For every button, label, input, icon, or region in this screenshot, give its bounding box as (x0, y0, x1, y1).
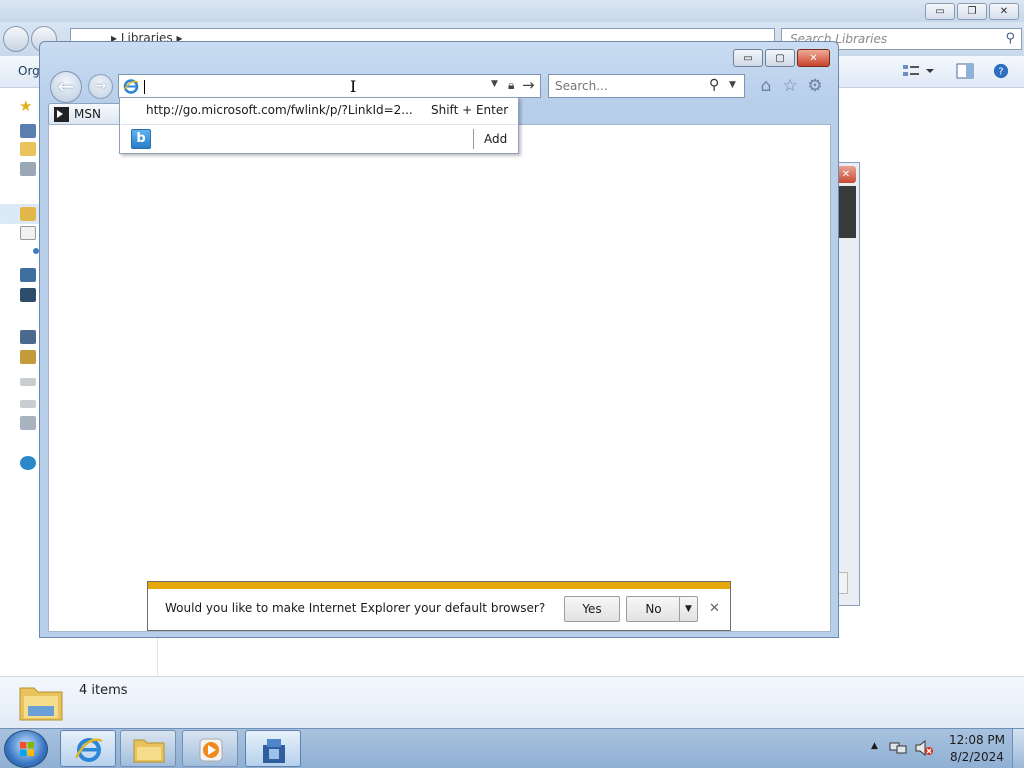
ie-minimize-button[interactable]: ▭ (733, 49, 763, 67)
taskbar-server-manager[interactable] (245, 730, 301, 767)
ibeam-cursor-icon: I (350, 77, 357, 96)
library-folder-icon (19, 687, 63, 721)
taskbar-media-player[interactable] (182, 730, 238, 767)
internet-explorer-icon (123, 79, 139, 94)
view-options-icon[interactable] (902, 63, 920, 79)
explorer-minimize-button[interactable]: ▭ (925, 3, 955, 20)
explorer-details-pane (0, 676, 1024, 728)
chevron-down-icon[interactable] (924, 63, 936, 79)
tab-label: MSN (74, 107, 101, 121)
drive-icon[interactable] (20, 378, 36, 386)
go-arrow-icon[interactable]: → (522, 76, 535, 94)
home-icon[interactable]: ⌂ (755, 75, 777, 97)
yes-button[interactable]: Yes (564, 596, 620, 622)
notification-accent-strip (148, 582, 730, 589)
svg-text:?: ? (998, 67, 1003, 78)
downloads-icon[interactable] (20, 142, 36, 156)
no-button[interactable]: No (626, 596, 681, 622)
search-input[interactable] (555, 79, 705, 93)
autocomplete-shortcut-hint: Shift + Enter (431, 103, 509, 117)
ie-close-button[interactable]: ✕ (797, 49, 830, 67)
divider (473, 129, 474, 149)
tools-gear-icon[interactable]: ⚙ (804, 75, 826, 97)
search-box[interactable]: ⚲ ▼ (548, 74, 745, 98)
documents-icon[interactable] (20, 226, 36, 240)
drive-icon[interactable] (20, 416, 36, 430)
divider (121, 124, 517, 125)
address-dropdown-icon[interactable]: ▼ (491, 79, 498, 89)
internet-explorer-icon (74, 738, 103, 762)
computer-icon[interactable] (20, 330, 36, 344)
back-button[interactable]: ← (50, 71, 82, 103)
address-bar[interactable]: ▼ 🔒︎ → (118, 74, 541, 98)
server-manager-icon (263, 739, 285, 763)
search-dropdown-icon[interactable]: ▼ (729, 80, 736, 90)
notification-message: Would you like to make Internet Explorer… (165, 601, 546, 615)
folder-icon (133, 739, 165, 763)
add-search-provider-button[interactable]: Add (484, 132, 507, 146)
explorer-restore-button[interactable]: ❐ (957, 3, 987, 20)
volume-muted-icon[interactable] (914, 739, 934, 757)
help-icon[interactable]: ? (992, 63, 1010, 79)
taskbar-windows-explorer[interactable] (120, 730, 176, 767)
item-count: 4 items (79, 683, 128, 698)
bing-search-provider-icon[interactable]: b (131, 129, 151, 149)
pictures-icon[interactable] (20, 268, 36, 282)
drive-icon[interactable] (20, 400, 36, 408)
clock-date[interactable]: 8/2/2024 (950, 750, 1004, 764)
desktop-icon[interactable] (20, 124, 36, 138)
explorer-title-bar (0, 0, 1024, 22)
favorites-star-icon[interactable]: ★ (19, 97, 32, 115)
taskbar-internet-explorer[interactable] (60, 730, 116, 767)
preview-pane-icon[interactable] (956, 63, 974, 79)
media-player-icon (199, 738, 223, 762)
no-options-dropdown-icon[interactable]: ▼ (679, 596, 698, 622)
favorites-icon[interactable]: ☆ (779, 75, 801, 97)
clock-time[interactable]: 12:08 PM (949, 733, 1005, 747)
close-icon[interactable]: ✕ (709, 601, 720, 616)
explorer-close-button[interactable]: ✕ (989, 3, 1019, 20)
local-disk-icon[interactable] (20, 350, 36, 364)
show-desktop-button[interactable] (1012, 729, 1024, 768)
show-hidden-icons-button[interactable]: ▲ (871, 741, 878, 751)
libraries-icon (20, 207, 36, 221)
address-autocomplete-dropdown: http://go.microsoft.com/fwlink/p/?LinkId… (119, 97, 519, 154)
text-caret (144, 80, 145, 94)
search-icon[interactable]: ⚲ (709, 77, 719, 93)
lock-icon[interactable]: 🔒︎ (508, 78, 514, 93)
default-browser-notification: Would you like to make Internet Explorer… (147, 581, 731, 631)
videos-icon[interactable] (20, 288, 36, 302)
ie-maximize-button[interactable]: ▢ (765, 49, 795, 67)
forward-button[interactable]: → (88, 74, 113, 99)
network-icon[interactable] (20, 456, 36, 470)
windows-logo-icon (20, 742, 34, 756)
autocomplete-suggestion[interactable]: http://go.microsoft.com/fwlink/p/?LinkId… (146, 103, 413, 117)
explorer-back-button[interactable] (3, 26, 29, 52)
start-button[interactable] (4, 730, 48, 768)
background-dialog-close-button[interactable]: ✕ (836, 166, 856, 183)
recent-places-icon[interactable] (20, 162, 36, 176)
search-icon: ⚲ (1005, 31, 1015, 46)
network-icon[interactable] (889, 740, 907, 756)
page-content-area[interactable] (48, 124, 831, 632)
address-input[interactable] (143, 78, 473, 94)
background-dialog-panel (838, 186, 856, 238)
organize-menu[interactable]: Org (18, 64, 40, 78)
msn-icon (54, 107, 69, 122)
